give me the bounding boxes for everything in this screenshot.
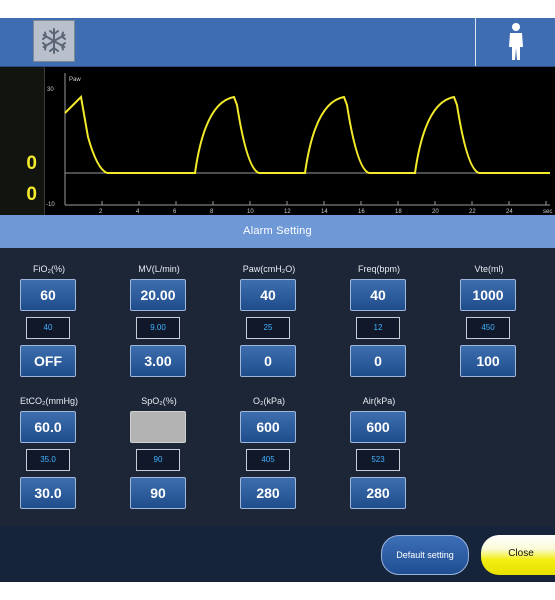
lower-limit-button[interactable]: 90 xyxy=(130,477,186,509)
upper-limit-button xyxy=(130,411,186,443)
measured-value: 523 xyxy=(356,449,400,471)
default-setting-button[interactable]: Default setting xyxy=(381,535,469,575)
lower-limit-button[interactable]: 30.0 xyxy=(20,477,76,509)
lower-limit-button[interactable]: 3.00 xyxy=(130,345,186,377)
pressure-waveform: Paw 30 -10 2 4 6 8 10 12 14 16 18 20 22 24 sec xyxy=(46,73,552,215)
measured-value: 450 xyxy=(466,317,510,339)
upper-limit-button[interactable]: 60.0 xyxy=(20,411,76,443)
upper-limit-button[interactable]: 40 xyxy=(350,279,406,311)
y-tick-bottom: -10 xyxy=(46,202,55,208)
upper-limit-button[interactable]: 40 xyxy=(240,279,296,311)
measured-value: 25 xyxy=(246,317,290,339)
upper-limit-button[interactable]: 1000 xyxy=(460,279,516,311)
param-label: Air(kPa) xyxy=(362,396,396,406)
measured-values-panel: 0 0 xyxy=(0,67,45,215)
waveform-area: 0 0 Paw 30 -10 2 4 6 8 10 12 14 16 18 20 22 24 sec xyxy=(0,67,555,215)
y-tick-top: 30 xyxy=(47,87,54,93)
upper-limit-button[interactable]: 20.00 xyxy=(130,279,186,311)
lower-limit-button[interactable]: 100 xyxy=(460,345,516,377)
measured-value: 35.0 xyxy=(26,449,70,471)
lower-limit-button[interactable]: 280 xyxy=(350,477,406,509)
measured-value: 40 xyxy=(26,317,70,339)
param-label: EtCO₂(mmHg) xyxy=(20,396,78,406)
lower-limit-button[interactable]: 280 xyxy=(240,477,296,509)
dialog-title: Alarm Setting xyxy=(0,215,555,248)
param-label: SpO₂(%) xyxy=(141,396,177,406)
freeze-button[interactable] xyxy=(33,20,75,62)
measured-value-1: 0 xyxy=(26,153,37,174)
param-label: MV(L/min) xyxy=(138,264,180,274)
upper-limit-button[interactable]: 600 xyxy=(350,411,406,443)
param-label: FiO₂(%) xyxy=(33,264,65,274)
alarm-settings-panel: FiO₂(%) 60 40 OFF MV(L/min) 20.00 9.00 3… xyxy=(0,248,555,526)
lower-limit-button[interactable]: 0 xyxy=(240,345,296,377)
top-bar xyxy=(0,18,555,67)
waveform-label: Paw xyxy=(69,77,81,83)
param-label: Freq(bpm) xyxy=(357,264,400,274)
patient-type-button[interactable] xyxy=(475,18,555,66)
param-label: O₂(kPa) xyxy=(253,396,285,406)
measured-value: 90 xyxy=(136,449,180,471)
lower-limit-button[interactable]: OFF xyxy=(20,345,76,377)
pressure-trace xyxy=(64,94,550,174)
upper-limit-button[interactable]: 600 xyxy=(240,411,296,443)
upper-limit-button[interactable]: 60 xyxy=(20,279,76,311)
dialog-footer: Default setting Close xyxy=(0,526,555,582)
snowflake-icon xyxy=(42,28,66,54)
lower-limit-button[interactable]: 0 xyxy=(350,345,406,377)
measured-value: 9.00 xyxy=(136,317,180,339)
param-label: Paw(cmH₂O) xyxy=(242,264,296,274)
measured-value: 12 xyxy=(356,317,400,339)
person-icon xyxy=(508,23,523,60)
measured-value: 405 xyxy=(246,449,290,471)
param-label: Vte(ml) xyxy=(474,264,504,274)
measured-value-2: 0 xyxy=(26,184,37,205)
close-button[interactable]: Close xyxy=(481,535,555,575)
